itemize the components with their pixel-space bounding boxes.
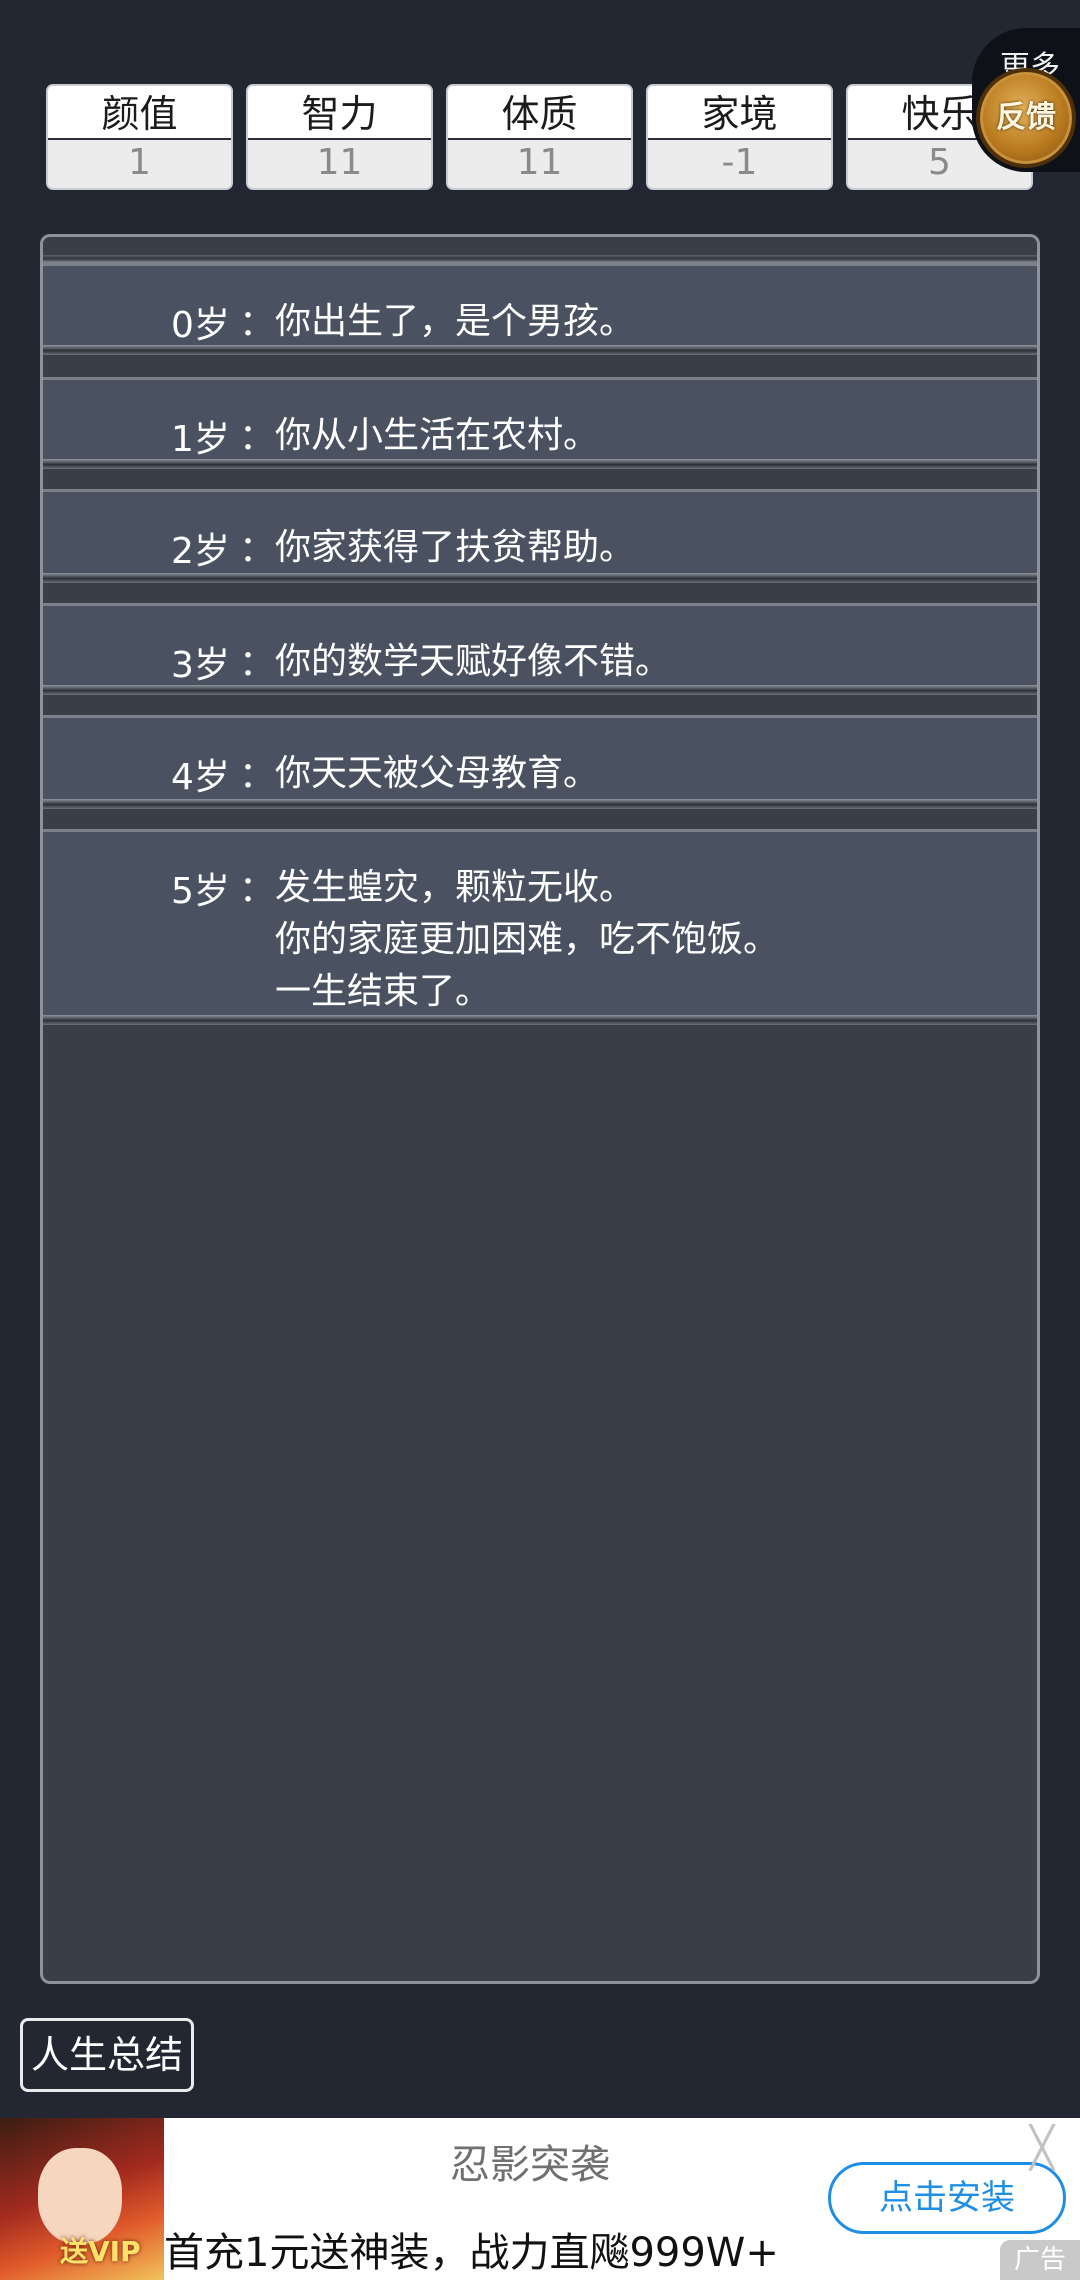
log-text: 你的数学天赋好像不错。 <box>275 636 671 688</box>
vip-badge: 送VIP <box>60 2235 141 2268</box>
log-colon: ： <box>239 643 276 684</box>
log-line: 你从小生活在农村。 <box>275 415 600 456</box>
log-entry: 0岁 ： 你出生了，是个男孩。 <box>43 263 1037 348</box>
log-entry: 3岁 ： 你的数学天赋好像不错。 <box>43 603 1037 688</box>
divider <box>43 685 1037 695</box>
app-screen: 颜值 1 智力 11 体质 11 家境 -1 快乐 5 更多 反馈 0岁 ： <box>0 0 1080 2280</box>
log-colon: ： <box>239 303 276 344</box>
log-age: 2岁 <box>171 531 230 572</box>
log-colon: ： <box>239 755 276 796</box>
feedback-button[interactable]: 反馈 <box>976 68 1076 168</box>
log-age: 4岁 <box>171 757 230 798</box>
log-colon: ： <box>239 417 276 458</box>
stat-value: -1 <box>648 140 831 188</box>
stat-label: 智力 <box>248 86 431 140</box>
ad-description: 首充1元送神装，战力直飚999W+ <box>164 2230 779 2276</box>
log-text: 你天天被父母教育。 <box>275 748 599 800</box>
log-colon: ： <box>239 529 276 570</box>
divider <box>43 1015 1037 1025</box>
stat-appearance: 颜值 1 <box>46 84 233 190</box>
log-text: 你从小生活在农村。 <box>275 410 599 462</box>
stat-value: 11 <box>448 140 631 188</box>
install-button[interactable]: 点击安装 <box>828 2162 1066 2234</box>
divider <box>43 799 1037 809</box>
log-entry: 2岁 ： 你家获得了扶贫帮助。 <box>43 489 1037 573</box>
log-line: 你天天被父母教育。 <box>275 753 600 794</box>
divider <box>43 459 1037 469</box>
log-age: 5岁 <box>171 871 230 912</box>
life-summary-button[interactable]: 人生总结 <box>20 2018 194 2092</box>
log-line: 发生蝗灾，颗粒无收。 <box>275 867 636 908</box>
log-age: 1岁 <box>171 419 230 460</box>
log-text: 你出生了，是个男孩。 <box>275 296 635 348</box>
more-button[interactable]: 更多 反馈 <box>972 28 1080 172</box>
log-colon: ： <box>239 869 276 910</box>
divider <box>43 345 1037 355</box>
log-age: 3岁 <box>171 645 230 686</box>
stat-label: 颜值 <box>48 86 231 140</box>
stat-constitution: 体质 11 <box>446 84 633 190</box>
log-entry: 5岁 ： 发生蝗灾，颗粒无收。 你的家庭更加困难，吃不饱饭。 一生结束了。 <box>43 829 1037 1015</box>
stat-value: 11 <box>248 140 431 188</box>
log-line: 你出生了，是个男孩。 <box>275 301 636 342</box>
divider <box>43 255 1037 263</box>
stat-value: 1 <box>48 140 231 188</box>
stat-family: 家境 -1 <box>646 84 833 190</box>
divider <box>43 573 1037 583</box>
life-log-panel[interactable]: 0岁 ： 你出生了，是个男孩。 1岁 ： 你从小生活在农村。 2岁 ： 你家获得… <box>40 234 1040 1984</box>
ad-game-thumbnail[interactable]: 送VIP <box>0 2118 164 2280</box>
ad-tag: 广告 <box>1000 2240 1080 2280</box>
stat-intelligence: 智力 11 <box>246 84 433 190</box>
attribute-stats: 颜值 1 智力 11 体质 11 家境 -1 快乐 5 <box>46 84 1034 190</box>
ad-title: 忍影突袭 <box>450 2142 610 2188</box>
close-icon[interactable]: ╳ <box>1030 2128 1054 2168</box>
log-line: 一生结束了。 <box>275 971 492 1012</box>
log-age: 0岁 <box>171 305 230 346</box>
ad-banner[interactable]: 送VIP 忍影突袭 首充1元送神装，战力直飚999W+ 点击安装 ╳ 广告 <box>0 2118 1080 2280</box>
log-text: 你家获得了扶贫帮助。 <box>275 522 635 574</box>
log-line: 你的数学天赋好像不错。 <box>275 641 672 682</box>
log-entry: 1岁 ： 你从小生活在农村。 <box>43 377 1037 462</box>
log-entry: 4岁 ： 你天天被父母教育。 <box>43 715 1037 799</box>
log-text: 发生蝗灾，颗粒无收。 你的家庭更加困难，吃不饱饭。 一生结束了。 <box>275 862 779 1018</box>
log-line: 你家获得了扶贫帮助。 <box>275 527 636 568</box>
stat-label: 家境 <box>648 86 831 140</box>
log-line: 你的家庭更加困难，吃不饱饭。 <box>275 919 780 960</box>
stat-label: 体质 <box>448 86 631 140</box>
